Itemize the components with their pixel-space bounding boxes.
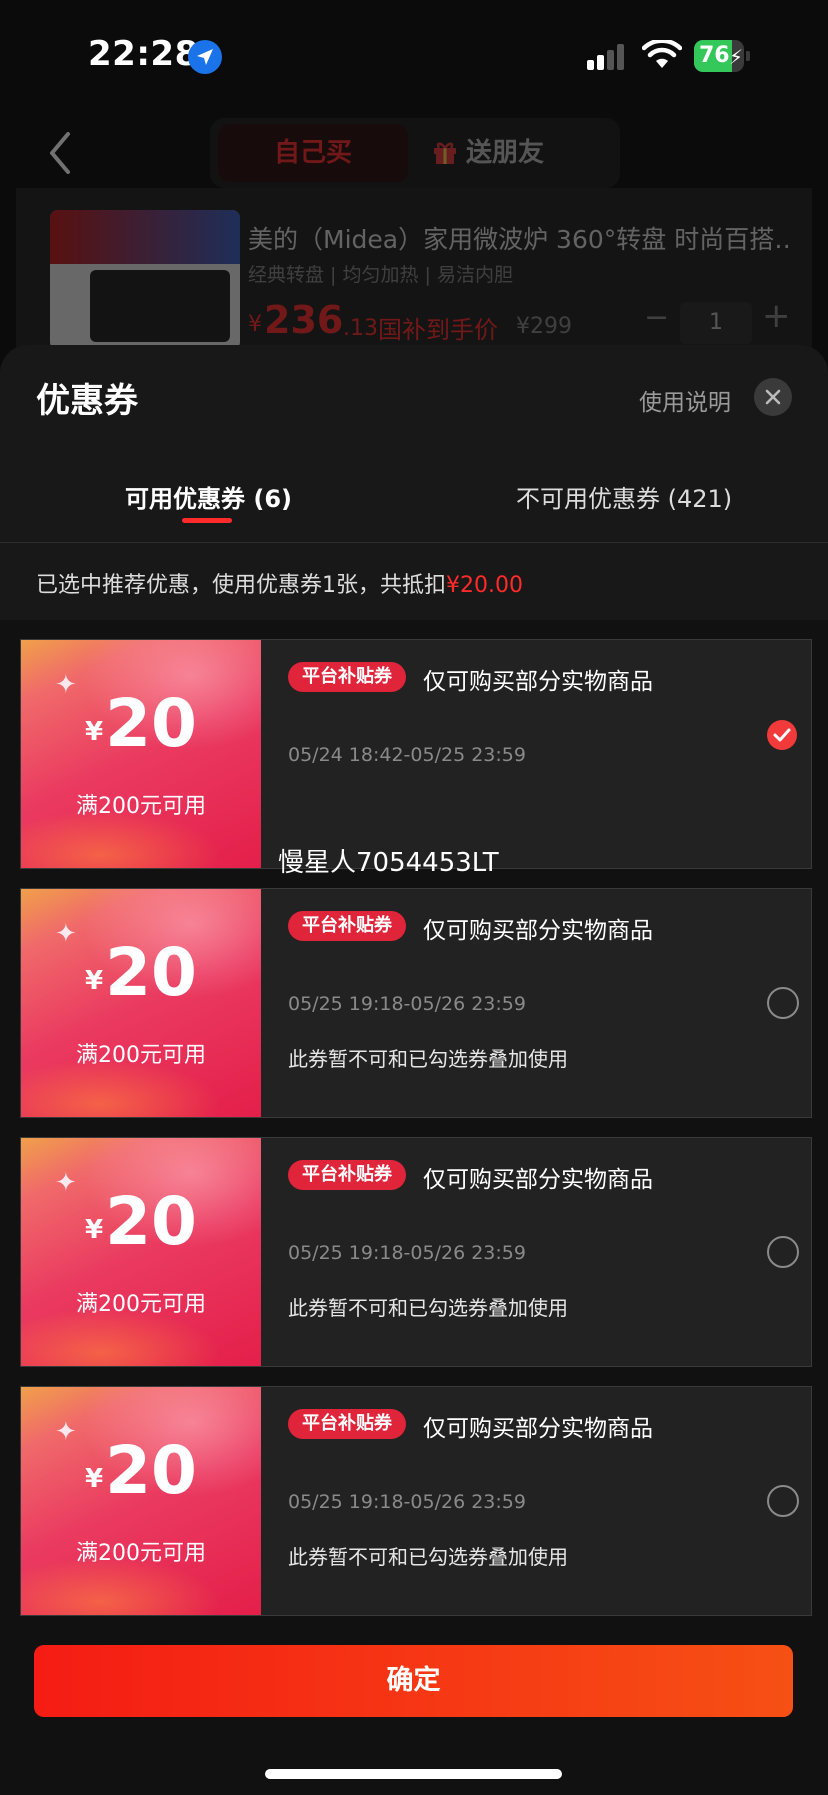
sheet-title: 优惠券 <box>36 381 138 421</box>
coupon-type-badge: 平台补贴券 <box>288 662 406 692</box>
coupon-scope: 仅可购买部分实物商品 <box>423 1167 653 1193</box>
coupon-currency: ¥ <box>85 1464 104 1494</box>
coupon-value-panel: ✦ ¥20 满200元可用 <box>21 889 261 1117</box>
close-icon <box>765 389 781 405</box>
back-chevron-icon[interactable] <box>44 128 74 178</box>
coupon-note: 此券暂不可和已勾选券叠加使用 <box>288 1296 568 1320</box>
coupon-validity: 05/24 18:42-05/25 23:59 <box>288 744 526 766</box>
coupon-card[interactable]: ✦ ¥20 满200元可用 平台补贴券 仅可购买部分实物商品 05/24 18:… <box>20 639 812 869</box>
signal-icon <box>587 44 624 70</box>
coupon-value: 20 <box>105 1432 197 1509</box>
radio-empty-icon[interactable] <box>767 1485 799 1517</box>
product-subtitle: 经典转盘 | 均匀加热 | 易洁内胆 <box>248 264 513 286</box>
user-watermark: 慢星人7054453LT <box>278 848 499 878</box>
tab-unavailable-coupons[interactable]: 不可用优惠券 (421) <box>516 479 732 514</box>
coupon-value: 20 <box>105 685 197 762</box>
radio-empty-icon[interactable] <box>767 1236 799 1268</box>
tab-gift-friend[interactable]: 送朋友 <box>432 124 612 182</box>
divider <box>0 542 828 543</box>
original-price: ¥299 <box>516 314 572 339</box>
coupon-condition: 满200元可用 <box>76 1292 206 1317</box>
coupon-card[interactable]: ✦ ¥20 满200元可用 平台补贴券 仅可购买部分实物商品 05/25 19:… <box>20 1137 812 1367</box>
coupon-currency: ¥ <box>85 1215 104 1245</box>
coupon-validity: 05/25 19:18-05/26 23:59 <box>288 993 526 1015</box>
charging-bolt-icon: ⚡ <box>729 45 744 69</box>
product-image <box>50 210 240 350</box>
coupon-type-badge: 平台补贴券 <box>288 1160 406 1190</box>
close-button[interactable] <box>754 378 792 416</box>
price-decimal: .13 <box>343 316 378 341</box>
coupon-condition: 满200元可用 <box>76 1541 206 1566</box>
summary-text: 已选中推荐优惠，使用优惠券1张，共抵扣 <box>36 573 446 598</box>
coupon-scope: 仅可购买部分实物商品 <box>423 669 653 695</box>
coupon-value-panel: ✦ ¥20 满200元可用 <box>21 1387 261 1615</box>
coupon-scope: 仅可购买部分实物商品 <box>423 1416 653 1442</box>
price-integer: 236 <box>264 298 344 342</box>
confirm-button[interactable]: 确定 <box>34 1645 793 1717</box>
wifi-icon <box>642 40 682 68</box>
location-arrow-icon <box>188 40 222 74</box>
quantity-minus-button[interactable]: − <box>644 300 669 335</box>
coupon-scope: 仅可购买部分实物商品 <box>423 918 653 944</box>
purchase-mode-switch: 自己买 送朋友 <box>210 118 620 188</box>
coupon-currency: ¥ <box>85 966 104 996</box>
coupon-validity: 05/25 19:18-05/26 23:59 <box>288 1242 526 1264</box>
coupon-currency: ¥ <box>85 717 104 747</box>
coupon-value-panel: ✦ ¥20 满200元可用 <box>21 640 261 868</box>
status-bar: 22:28 76 ⚡ <box>0 0 828 110</box>
battery-icon: 76 ⚡ <box>694 40 750 72</box>
usage-help-link[interactable]: 使用说明 <box>639 383 731 417</box>
tab-buy-self[interactable]: 自己买 <box>218 124 408 182</box>
discount-summary: 已选中推荐优惠，使用优惠券1张，共抵扣¥20.00 <box>36 567 523 599</box>
price-symbol: ¥ <box>248 312 262 337</box>
summary-amount: ¥20.00 <box>446 573 523 598</box>
coupon-value: 20 <box>105 1183 197 1260</box>
coupon-type-badge: 平台补贴券 <box>288 911 406 941</box>
product-title: 美的（Midea）家用微波炉 360°转盘 时尚百搭… <box>248 225 788 254</box>
coupon-card[interactable]: ✦ ¥20 满200元可用 平台补贴券 仅可购买部分实物商品 05/25 19:… <box>20 888 812 1118</box>
status-time: 22:28 <box>88 34 199 74</box>
quantity-plus-button[interactable]: + <box>762 296 791 336</box>
tab-available-coupons[interactable]: 可用优惠券 (6) <box>125 479 292 514</box>
active-tab-indicator <box>182 518 232 523</box>
quantity-field[interactable]: 1 <box>680 302 752 344</box>
coupon-value-panel: ✦ ¥20 满200元可用 <box>21 1138 261 1366</box>
tab-gift-label: 送朋友 <box>466 138 545 168</box>
coupon-note: 此券暂不可和已勾选券叠加使用 <box>288 1047 568 1071</box>
coupon-validity: 05/25 19:18-05/26 23:59 <box>288 1491 526 1513</box>
coupon-note: 此券暂不可和已勾选券叠加使用 <box>288 1545 568 1569</box>
coupon-value: 20 <box>105 934 197 1011</box>
checkmark-icon[interactable] <box>767 720 797 750</box>
coupon-condition: 满200元可用 <box>76 794 206 819</box>
home-indicator[interactable] <box>265 1769 562 1779</box>
coupon-card[interactable]: ✦ ¥20 满200元可用 平台补贴券 仅可购买部分实物商品 05/25 19:… <box>20 1386 812 1616</box>
price-note: 国补到手价 <box>378 316 498 344</box>
gift-icon <box>434 142 456 164</box>
coupon-type-badge: 平台补贴券 <box>288 1409 406 1439</box>
coupon-condition: 满200元可用 <box>76 1043 206 1068</box>
radio-empty-icon[interactable] <box>767 987 799 1019</box>
